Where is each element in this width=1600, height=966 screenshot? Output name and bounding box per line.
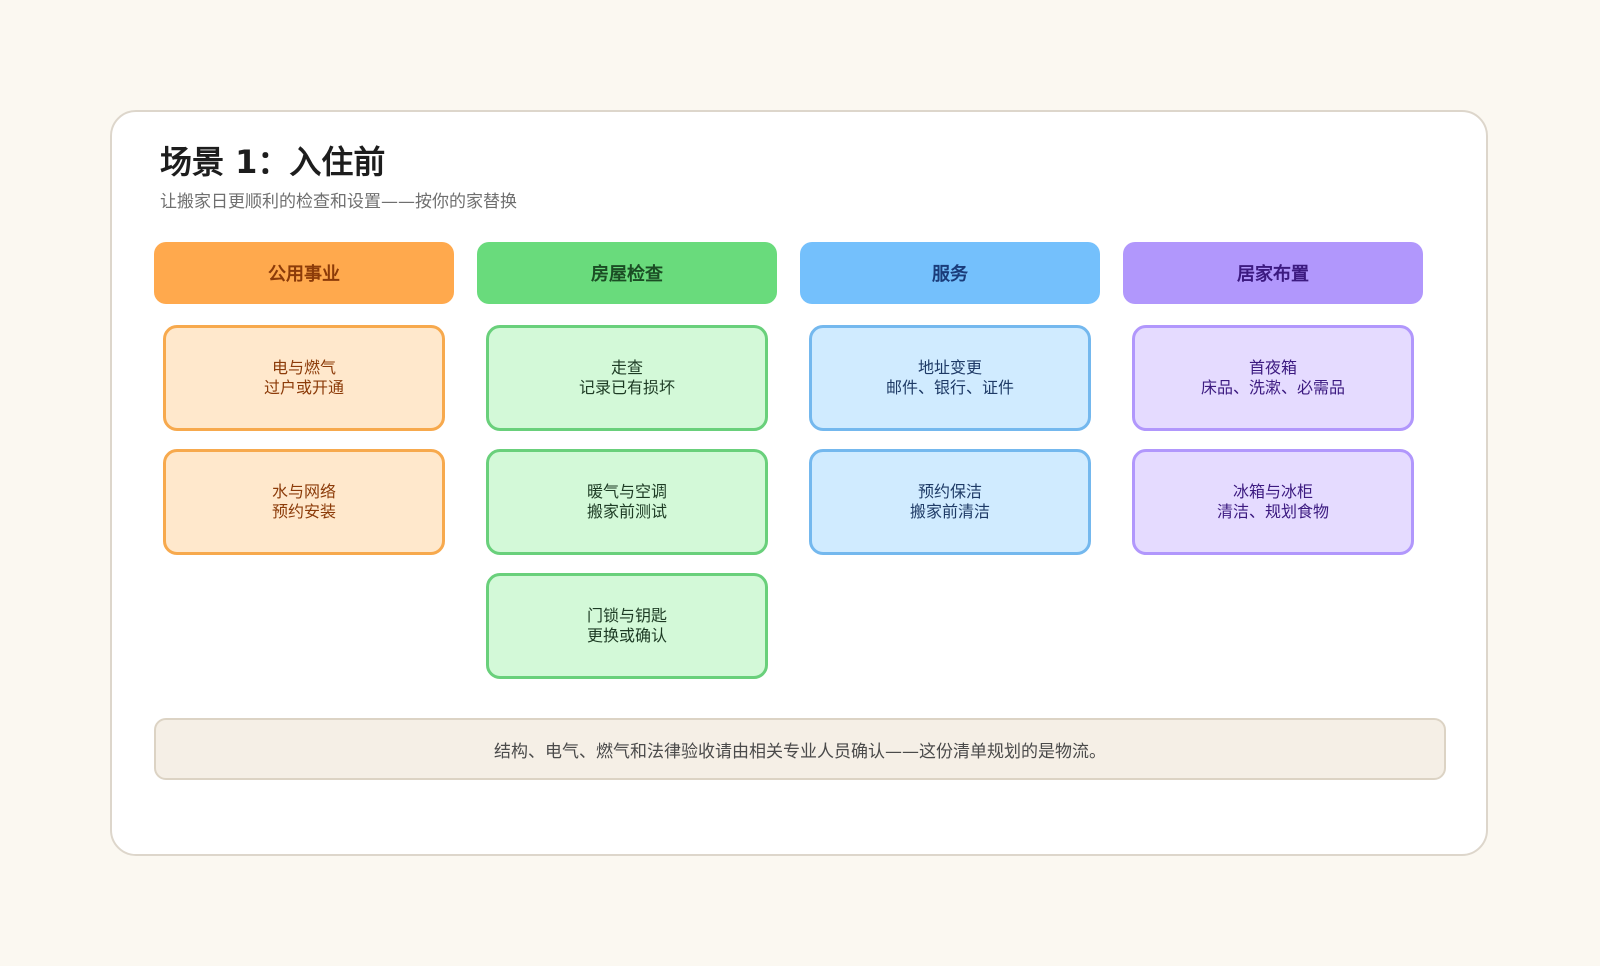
item-title: 首夜箱	[1248, 358, 1297, 377]
item-heating-ac: 暖气与空调 搬家前测试	[486, 449, 768, 555]
item-title: 走查	[610, 358, 643, 377]
item-detail: 搬家前清洁	[909, 502, 990, 521]
column-header-house-inspection: 房屋检查	[477, 242, 777, 304]
column-header-services: 服务	[800, 242, 1100, 304]
item-first-night-box: 首夜箱 床品、洗漱、必需品	[1132, 325, 1414, 431]
column-header-utilities: 公用事业	[154, 242, 454, 304]
page-title: 场景 1：入住前	[160, 143, 386, 181]
item-detail: 清洁、规划食物	[1216, 502, 1329, 521]
item-title: 水与网络	[271, 482, 336, 501]
item-title: 电与燃气	[271, 358, 336, 377]
item-detail: 预约安装	[271, 502, 336, 521]
item-title: 门锁与钥匙	[586, 606, 667, 625]
item-title: 暖气与空调	[586, 482, 667, 501]
item-detail: 记录已有损坏	[578, 378, 675, 397]
item-title: 预约保洁	[917, 482, 982, 501]
item-walkthrough: 走查 记录已有损坏	[486, 325, 768, 431]
item-locks-keys: 门锁与钥匙 更换或确认	[486, 573, 768, 679]
item-address-change: 地址变更 邮件、银行、证件	[809, 325, 1091, 431]
column-header-home-setup: 居家布置	[1123, 242, 1423, 304]
item-detail: 搬家前测试	[586, 502, 667, 521]
item-detail: 床品、洗漱、必需品	[1200, 378, 1345, 397]
item-title: 冰箱与冰柜	[1232, 482, 1313, 501]
item-detail: 更换或确认	[586, 626, 667, 645]
item-detail: 邮件、银行、证件	[885, 378, 1014, 397]
page-subtitle: 让搬家日更顺利的检查和设置——按你的家替换	[160, 192, 517, 212]
item-fridge-freezer: 冰箱与冰柜 清洁、规划食物	[1132, 449, 1414, 555]
item-detail: 过户或开通	[263, 378, 344, 397]
disclaimer-note: 结构、电气、燃气和法律验收请由相关专业人员确认——这份清单规划的是物流。	[154, 718, 1446, 780]
item-water-internet: 水与网络 预约安装	[163, 449, 445, 555]
item-electricity-gas: 电与燃气 过户或开通	[163, 325, 445, 431]
item-cleaning: 预约保洁 搬家前清洁	[809, 449, 1091, 555]
item-title: 地址变更	[917, 358, 982, 377]
